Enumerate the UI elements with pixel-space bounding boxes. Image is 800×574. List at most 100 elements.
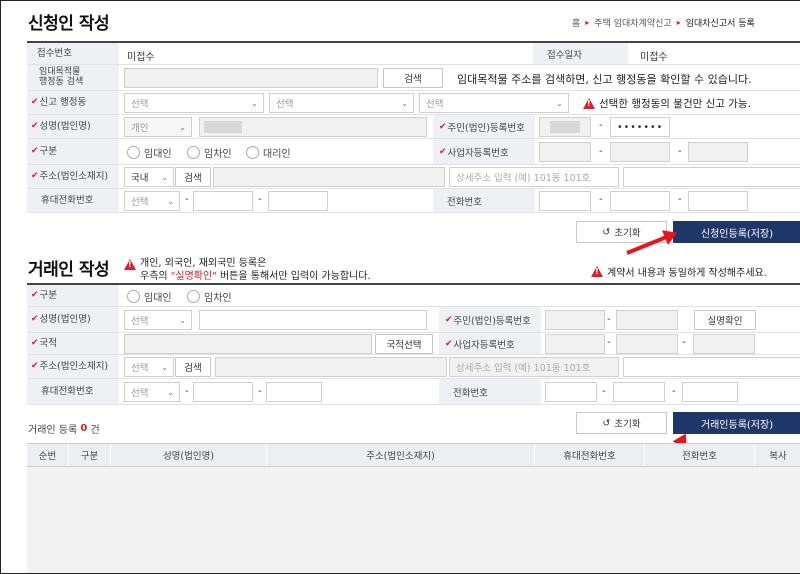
masked-resident-front: [550, 121, 580, 133]
chevron-down-icon: ⌄: [161, 172, 168, 182]
cp-phone-input-1[interactable]: [545, 382, 597, 402]
cp-address-row: ✔ 주소(법인소재지) 선택 ⌄ 검색 상세주소 입력 (예) 101동 101호: [27, 355, 800, 379]
cp-address-input[interactable]: [215, 357, 447, 377]
breadcrumb-item-report[interactable]: 주택 임대차계약신고: [594, 16, 671, 29]
receipt-row: 접수번호 미접수 접수일자 미접수: [27, 43, 800, 65]
page-frame: 신청인 작성 홈 ▸ 주택 임대차계약신고 ▸ 임대차신고서 등록 접수번호 미…: [0, 0, 800, 574]
cp-type-row: ✔ 구분 임대인 임차인: [27, 285, 800, 307]
dash: -: [607, 337, 611, 348]
cp-name-input[interactable]: [199, 310, 427, 330]
district-select-1[interactable]: 선택 ⌄: [124, 93, 264, 113]
address-search-button[interactable]: 검색: [383, 68, 443, 88]
cp-mobile-last-input[interactable]: [266, 382, 322, 402]
radio-circle[interactable]: [246, 146, 259, 159]
mobile-prefix-select[interactable]: 선택 ⌄: [124, 191, 180, 211]
refresh-icon: ↺: [602, 226, 611, 238]
required-check-icon: ✔: [31, 289, 39, 300]
dash: -: [672, 386, 676, 397]
chevron-down-icon: ⌄: [179, 315, 186, 325]
required-check-icon: ✔: [31, 360, 39, 371]
registered-count: 거래인 등록 0 건: [28, 423, 100, 436]
name-label: ✔ 성명(법인명): [27, 115, 119, 138]
cp-resident-no-label: ✔ 주민(법인)등록번호: [439, 307, 541, 332]
nationality-select-button[interactable]: 국적선택: [375, 334, 433, 354]
type-radio-lessee[interactable]: 임차인: [187, 145, 232, 160]
cp-radio-lessee[interactable]: 임차인: [187, 289, 232, 304]
cp-phone-input-3[interactable]: [682, 382, 738, 402]
chevron-down-icon: ⌄: [161, 362, 168, 372]
phone-input-2[interactable]: [610, 191, 670, 211]
phone-input-3[interactable]: [688, 191, 748, 211]
warning-triangle-icon: [124, 259, 136, 270]
masked-name: [204, 121, 242, 133]
district-select-3[interactable]: 선택 ⌄: [419, 93, 569, 113]
cp-biz-no-input-3[interactable]: [693, 334, 755, 354]
cp-phone-input-2[interactable]: [613, 382, 665, 402]
mobile-mid-input[interactable]: [193, 191, 253, 211]
cp-resident-back-input[interactable]: [616, 310, 678, 330]
notice-line-2: 우측의 "실명확인" 버튼을 통해서만 입력이 가능합니다.: [140, 271, 371, 282]
address-input[interactable]: [213, 167, 445, 187]
cp-nationality-input[interactable]: [124, 334, 372, 354]
cp-resident-front-input[interactable]: [545, 310, 605, 330]
resident-no-front-input[interactable]: [539, 117, 591, 137]
domestic-select[interactable]: 국내 ⌄: [124, 167, 174, 187]
col-header-name: 성명(법인명): [111, 444, 267, 466]
district-row: ✔신고 행정동 선택⌄ 선택⌄ 선택⌄ 선택한 행정동의 물건만 신고 가능.: [27, 91, 800, 115]
breadcrumb-separator-icon: ▸: [676, 18, 681, 27]
dash: -: [185, 194, 189, 205]
person-type-select[interactable]: 개인 ⌄: [124, 117, 192, 137]
radio-circle[interactable]: [127, 146, 140, 159]
type-radio-lessor[interactable]: 임대인: [127, 145, 172, 160]
cp-mobile-mid-input[interactable]: [193, 382, 253, 402]
required-check-icon: ✔: [31, 145, 39, 156]
radio-circle[interactable]: [187, 146, 200, 159]
cp-biz-no-input-1[interactable]: [545, 334, 605, 354]
breadcrumb-home[interactable]: 홈: [572, 16, 580, 29]
receipt-date-value: 미접수: [640, 52, 668, 63]
cp-person-type-select[interactable]: 선택 ⌄: [124, 310, 192, 330]
cp-reset-button[interactable]: ↺ 초기화: [576, 412, 667, 434]
cp-mobile-prefix-select[interactable]: 선택 ⌄: [124, 382, 180, 402]
biz-no-input-2[interactable]: [610, 142, 670, 162]
name-input[interactable]: [199, 117, 427, 137]
required-check-icon: ✔: [31, 170, 39, 181]
dash: -: [258, 194, 262, 205]
search-label: 임대목적물 행정동 검색: [27, 65, 119, 90]
counterparty-section-title: 거래인 작성: [28, 260, 110, 280]
warning-triangle-icon: [591, 266, 603, 277]
cp-detail-address-input[interactable]: 상세주소 입력 (예) 101동 101호: [449, 357, 619, 377]
cp-domestic-select[interactable]: 선택 ⌄: [124, 357, 174, 377]
address-label: ✔ 주소(법인소재지): [27, 165, 119, 188]
col-header-type: 구분: [69, 444, 111, 466]
verify-name-button[interactable]: 실명확인: [694, 310, 756, 330]
cp-radio-lessor[interactable]: 임대인: [127, 289, 172, 304]
cp-type-label: ✔ 구분: [27, 285, 119, 306]
mobile-last-input[interactable]: [268, 191, 328, 211]
resident-no-back-input[interactable]: •••••••: [610, 117, 670, 137]
address-search-button-2[interactable]: 검색: [175, 167, 211, 187]
biz-no-input-1[interactable]: [539, 142, 591, 162]
receipt-no-value: 미접수: [127, 52, 155, 63]
address-search-input[interactable]: [124, 68, 378, 88]
cp-biz-no-input-2[interactable]: [616, 334, 678, 354]
table-body: [27, 467, 800, 573]
chevron-down-icon: ⌄: [251, 98, 258, 108]
district-select-2[interactable]: 선택 ⌄: [269, 93, 414, 113]
required-check-icon: ✔: [31, 120, 39, 131]
phone-input-1[interactable]: [539, 191, 591, 211]
radio-circle[interactable]: [187, 290, 200, 303]
biz-no-input-3[interactable]: [688, 142, 748, 162]
cp-extra-address-input[interactable]: [623, 357, 800, 377]
chevron-down-icon: ⌄: [167, 387, 174, 397]
cp-register-button[interactable]: 거래인등록(저장): [673, 412, 800, 434]
radio-circle[interactable]: [127, 290, 140, 303]
extra-address-input[interactable]: [623, 167, 800, 187]
cp-address-search-button[interactable]: 검색: [175, 357, 211, 377]
required-check-icon: ✔: [31, 337, 39, 348]
district-label: ✔ 신고 행정동: [27, 91, 119, 114]
detail-address-input[interactable]: 상세주소 입력 (예) 101동 101호: [449, 167, 619, 187]
type-row: ✔ 구분 임대인 임차인 대리인 ✔ 사업자등록번호 - -: [27, 139, 800, 165]
type-radio-agent[interactable]: 대리인: [246, 145, 291, 160]
applicant-register-button[interactable]: 신청인등록(저장): [673, 221, 800, 243]
